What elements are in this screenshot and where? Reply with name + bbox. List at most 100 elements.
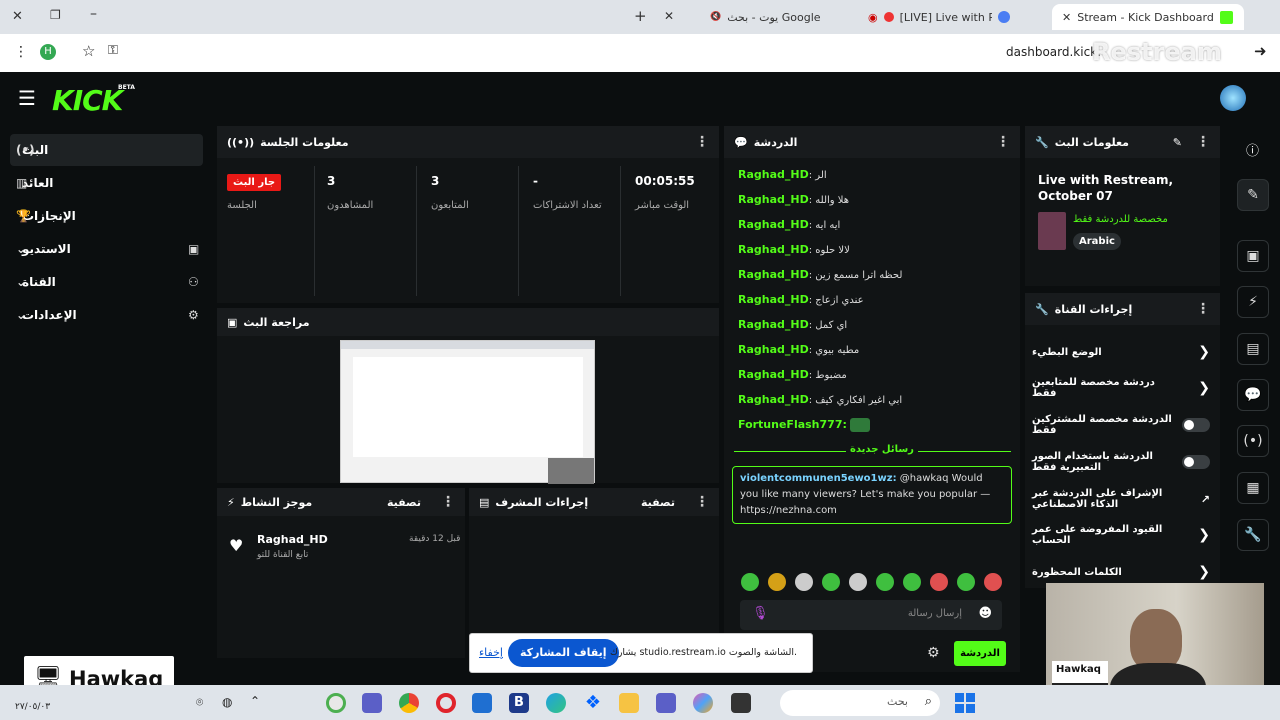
- chat-bubble-icon: 💬: [1244, 387, 1262, 403]
- chat-username[interactable]: Raghad_HD: [738, 218, 809, 231]
- copilot-taskbar-icon[interactable]: [693, 693, 713, 713]
- close-tab-icon[interactable]: ✕: [1062, 11, 1071, 24]
- profile-avatar[interactable]: H: [40, 44, 56, 60]
- channel-action-row[interactable]: دردشة مخصصة للمتابعين فقط ❯: [1030, 376, 1218, 400]
- tab-google[interactable]: 🔇 يوت - بحث Google: [700, 4, 850, 30]
- hamburger-menu-icon[interactable]: ☰: [18, 86, 36, 110]
- sidebar-item-settings[interactable]: ⚙ الإعدادات ⌄: [10, 299, 203, 331]
- emote-button[interactable]: [930, 573, 948, 591]
- chat-username[interactable]: Raghad_HD: [738, 193, 809, 206]
- hide-link[interactable]: إخفاء: [479, 646, 503, 659]
- filter-button[interactable]: تصفية: [641, 496, 675, 509]
- toggle-switch[interactable]: [1182, 418, 1210, 432]
- more-options-icon[interactable]: ⋮: [996, 134, 1010, 150]
- channel-action-row[interactable]: القيود المفروضة على عمر الحساب ❯: [1030, 523, 1218, 547]
- microphone-icon[interactable]: 🎙: [752, 606, 769, 621]
- broadcast-rail-button[interactable]: (•): [1237, 425, 1269, 457]
- volume-icon[interactable]: ◍: [222, 695, 232, 709]
- opera-taskbar-icon[interactable]: [436, 693, 456, 713]
- send-chat-button[interactable]: الدردشة: [954, 641, 1006, 666]
- more-options-icon[interactable]: ⋮: [441, 494, 455, 510]
- emote-button[interactable]: [795, 573, 813, 591]
- menu-dots-icon[interactable]: ⋮: [14, 44, 28, 60]
- chrome-taskbar-icon[interactable]: [399, 693, 419, 713]
- emote-button[interactable]: [741, 573, 759, 591]
- b-app-taskbar-icon[interactable]: B: [509, 693, 529, 713]
- kick-logo[interactable]: KICK: [52, 84, 123, 117]
- more-options-icon[interactable]: ⋮: [695, 494, 709, 510]
- key-icon[interactable]: ⚿: [108, 43, 118, 58]
- chat-username[interactable]: Raghad_HD: [738, 393, 809, 406]
- terminal-taskbar-icon[interactable]: [731, 693, 751, 713]
- chevron-up-icon[interactable]: ⌃: [250, 694, 260, 708]
- file-explorer-taskbar-icon[interactable]: [619, 693, 639, 713]
- stop-sharing-button[interactable]: إيقاف المشاركة: [508, 639, 619, 667]
- wrench-rail-button[interactable]: 🔧: [1237, 519, 1269, 551]
- teams-work-taskbar-icon[interactable]: [656, 693, 676, 713]
- sidebar-item-studio[interactable]: ▣ الاستديو ⌄: [10, 233, 203, 265]
- chat-username[interactable]: Raghad_HD: [738, 318, 809, 331]
- store-taskbar-icon[interactable]: [472, 693, 492, 713]
- emoji-icon[interactable]: ☻: [978, 606, 992, 621]
- emote-button[interactable]: [957, 573, 975, 591]
- emote-button[interactable]: [822, 573, 840, 591]
- chat-username[interactable]: Raghad_HD: [738, 268, 809, 281]
- emote-button[interactable]: [876, 573, 894, 591]
- bookmark-star-icon[interactable]: ☆: [82, 42, 95, 60]
- category-link[interactable]: مخصصة للدردشة فقط: [1073, 214, 1168, 225]
- filter-button[interactable]: تصفية: [387, 496, 421, 509]
- windows-start-icon[interactable]: [955, 693, 975, 713]
- chat-username[interactable]: Raghad_HD: [738, 343, 809, 356]
- sidebar-item-channel[interactable]: ⚇ القناة ⌄: [10, 266, 203, 298]
- dropbox-taskbar-icon[interactable]: ❖: [583, 693, 603, 713]
- lightning-rail-button[interactable]: ⚡: [1237, 286, 1269, 318]
- chat-settings-gear-icon[interactable]: ⚙: [927, 645, 940, 661]
- tab-kick-dashboard[interactable]: ✕ Stream - Kick Dashboard: [1052, 4, 1244, 30]
- chat-username[interactable]: Raghad_HD: [738, 168, 809, 181]
- tab-restream[interactable]: ◉ [LIVE] Live with Restream: [858, 4, 1048, 30]
- more-options-icon[interactable]: ⋮: [1196, 301, 1210, 317]
- edit-rail-button[interactable]: ✎: [1237, 179, 1269, 211]
- chat-username[interactable]: violentcommunen5ewo1wz:: [740, 473, 897, 484]
- user-avatar[interactable]: [1220, 85, 1246, 111]
- chat-username[interactable]: Raghad_HD: [738, 293, 809, 306]
- chat-rail-button[interactable]: 💬: [1237, 379, 1269, 411]
- sidebar-item-achievements[interactable]: الإنجازات 🏆: [10, 200, 203, 232]
- more-options-icon[interactable]: ⋮: [695, 134, 709, 150]
- emote-button[interactable]: [984, 573, 1002, 591]
- teams-taskbar-icon[interactable]: [362, 693, 382, 713]
- sidebar-item-revenue[interactable]: العائد ▥: [10, 167, 203, 199]
- edge-taskbar-icon[interactable]: [546, 693, 566, 713]
- layout-rail-button[interactable]: ▦: [1237, 472, 1269, 504]
- channel-action-row[interactable]: الدردشة مخصصة للمشتركين فقط: [1030, 413, 1218, 437]
- toggle-switch[interactable]: [1182, 455, 1210, 469]
- close-window-icon[interactable]: ✕: [12, 9, 23, 24]
- minimize-window-icon[interactable]: –: [90, 6, 97, 22]
- activity-user[interactable]: Raghad_HD: [257, 533, 328, 546]
- chat-input[interactable]: 🎙 إرسال رسالة ☻: [740, 600, 1002, 630]
- channel-action-row[interactable]: الإشراف على الدردشة عبر الذكاء الاصطناعي…: [1030, 487, 1218, 511]
- emote-button[interactable]: [903, 573, 921, 591]
- new-tab-icon[interactable]: +: [634, 7, 647, 25]
- chat-username[interactable]: FortuneFlash777:: [738, 418, 847, 431]
- network-icon[interactable]: ⌾: [196, 695, 203, 710]
- log-rail-button[interactable]: ▤: [1237, 333, 1269, 365]
- back-arrow-icon[interactable]: ➜: [1254, 42, 1267, 60]
- channel-action-row[interactable]: الدردشة باستخدام الصور التعبيرية فقط: [1030, 450, 1218, 474]
- sidebar-item-stream[interactable]: البث (•): [10, 134, 203, 166]
- taskbar-search[interactable]: بحث ⌕: [780, 690, 940, 716]
- emote-button[interactable]: [849, 573, 867, 591]
- restore-window-icon[interactable]: ❐: [50, 8, 61, 22]
- chat-username[interactable]: Raghad_HD: [738, 243, 809, 256]
- studio-rail-button[interactable]: ▣: [1237, 240, 1269, 272]
- close-tab-icon[interactable]: ✕: [664, 9, 674, 23]
- more-options-icon[interactable]: ⋮: [1196, 134, 1210, 150]
- channel-action-row[interactable]: الكلمات المحظورة ❯: [1030, 560, 1218, 584]
- channel-action-row[interactable]: الوضع البطيء ❯: [1030, 340, 1218, 364]
- emote-button[interactable]: [768, 573, 786, 591]
- stream-preview-video[interactable]: [340, 340, 595, 484]
- chrome-profile-taskbar-icon[interactable]: [326, 693, 346, 713]
- chat-username[interactable]: Raghad_HD: [738, 368, 809, 381]
- edit-pencil-icon[interactable]: ✎: [1173, 136, 1182, 149]
- info-icon[interactable]: ⓘ: [1246, 140, 1259, 159]
